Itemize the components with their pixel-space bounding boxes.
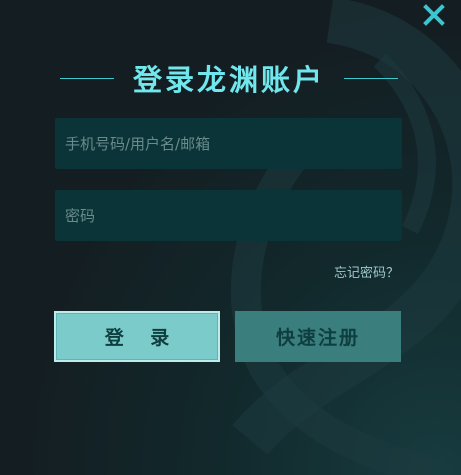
dialog-title-row: 登录龙渊账户 [60, 58, 398, 98]
username-input[interactable] [55, 118, 402, 169]
title-divider-left [60, 77, 114, 79]
dialog-title: 登录龙渊账户 [132, 63, 325, 97]
login-dialog: 登录龙渊账户 忘记密码？ 登 录 快速注册 [0, 0, 461, 475]
close-icon[interactable] [423, 4, 445, 26]
register-button[interactable]: 快速注册 [235, 311, 401, 362]
forgot-password-link[interactable]: 忘记密码？ [334, 262, 399, 281]
password-input[interactable] [55, 190, 402, 241]
login-button[interactable]: 登 录 [54, 311, 220, 362]
title-divider-right [343, 77, 398, 79]
